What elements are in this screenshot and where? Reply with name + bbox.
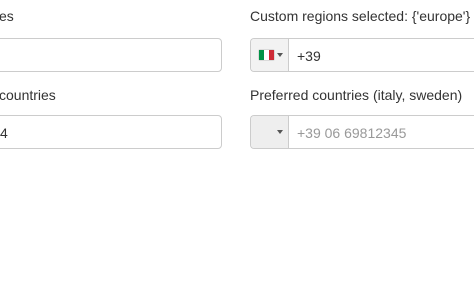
country-selector-empty[interactable] xyxy=(251,116,289,148)
italy-flag-icon xyxy=(259,50,274,60)
phone-input-placeholder: +39 06 69812345 xyxy=(297,125,407,141)
phone-input-value: +39 xyxy=(297,48,321,64)
custom-regions-label: Custom regions selected: {'europe'} xyxy=(250,8,471,24)
preferred-countries-label: Preferred countries (italy, sweden) xyxy=(250,87,463,103)
chevron-down-icon xyxy=(277,53,283,57)
left-input-2[interactable]: 4 xyxy=(0,115,222,149)
left-label-1: es xyxy=(0,8,14,24)
country-selector[interactable] xyxy=(251,39,289,71)
left-input-1[interactable] xyxy=(0,38,222,72)
left-input-2-value: 4 xyxy=(0,125,8,141)
chevron-down-icon xyxy=(277,130,283,134)
phone-input-italy[interactable]: +39 xyxy=(250,38,474,72)
left-label-2: countries xyxy=(0,87,56,103)
phone-input-preferred[interactable]: +39 06 69812345 xyxy=(250,115,474,149)
